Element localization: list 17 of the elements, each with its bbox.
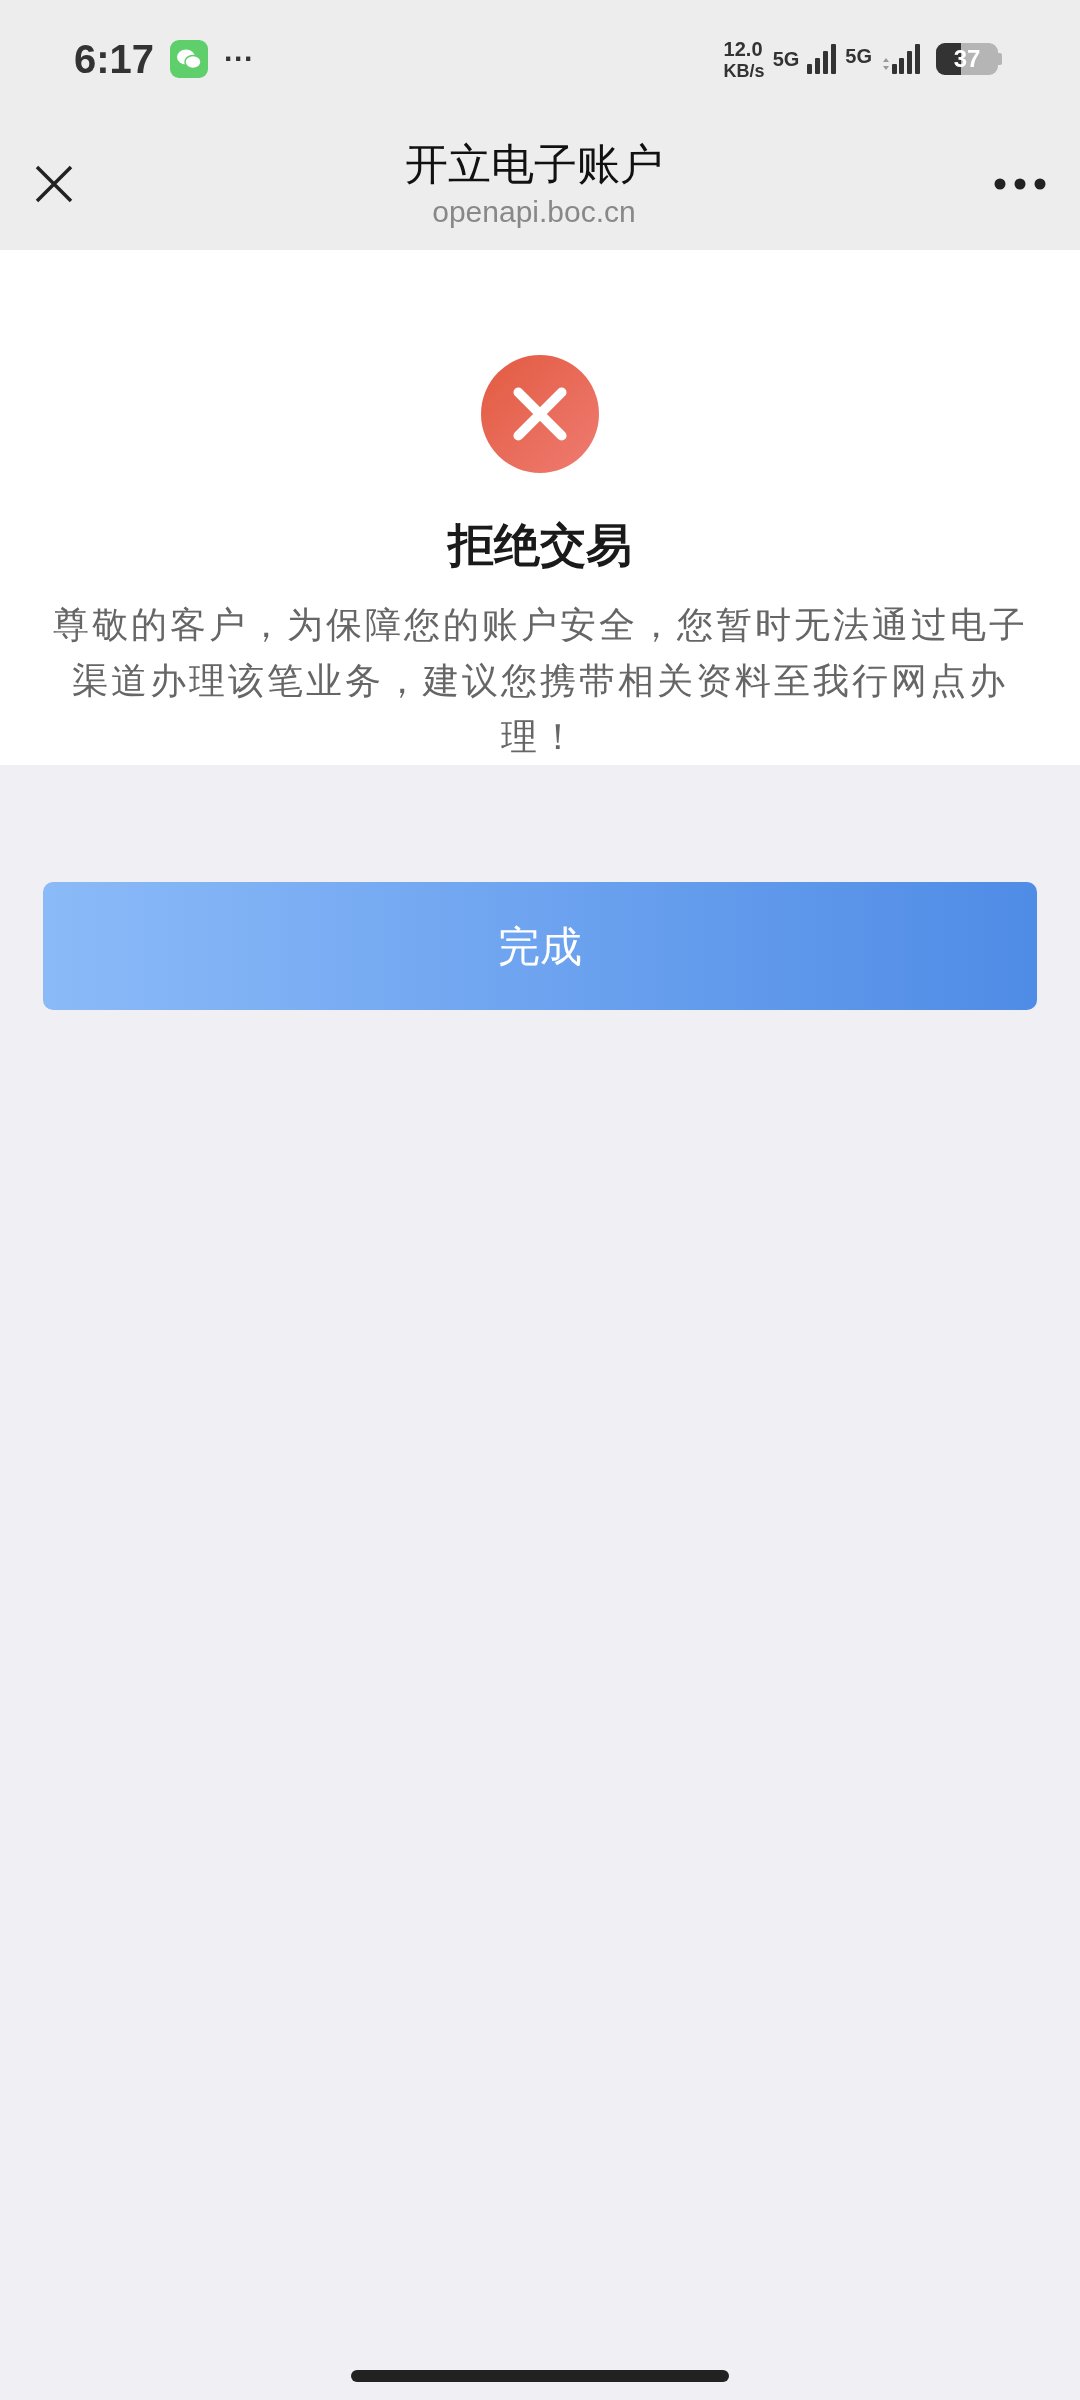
chat-app-icon (170, 40, 209, 78)
page-title: 开立电子账户 (405, 139, 663, 190)
network-type: 5G (845, 43, 872, 69)
clock: 6:17 (74, 36, 155, 83)
signal-icon (807, 44, 838, 74)
speed-unit: KB/s (723, 61, 765, 80)
close-button[interactable] (34, 164, 74, 204)
result-title: 拒绝交易 (448, 518, 632, 573)
signal-icon (880, 44, 922, 74)
error-icon (480, 355, 600, 473)
network-type: 5G (772, 49, 800, 69)
done-button[interactable]: 完成 (43, 882, 1037, 1010)
more-icon[interactable] (994, 178, 1046, 190)
more-notifications-text: ··· (224, 44, 255, 74)
page-url: openapi.boc.cn (432, 194, 636, 230)
network-speed: 12.0 (723, 38, 764, 59)
result-message: 尊敬的客户，为保障您的账户安全，您暂时无法通过电子渠道办理该笔业务，建议您携带相关资料至我行网点办理！ (51, 603, 1029, 759)
